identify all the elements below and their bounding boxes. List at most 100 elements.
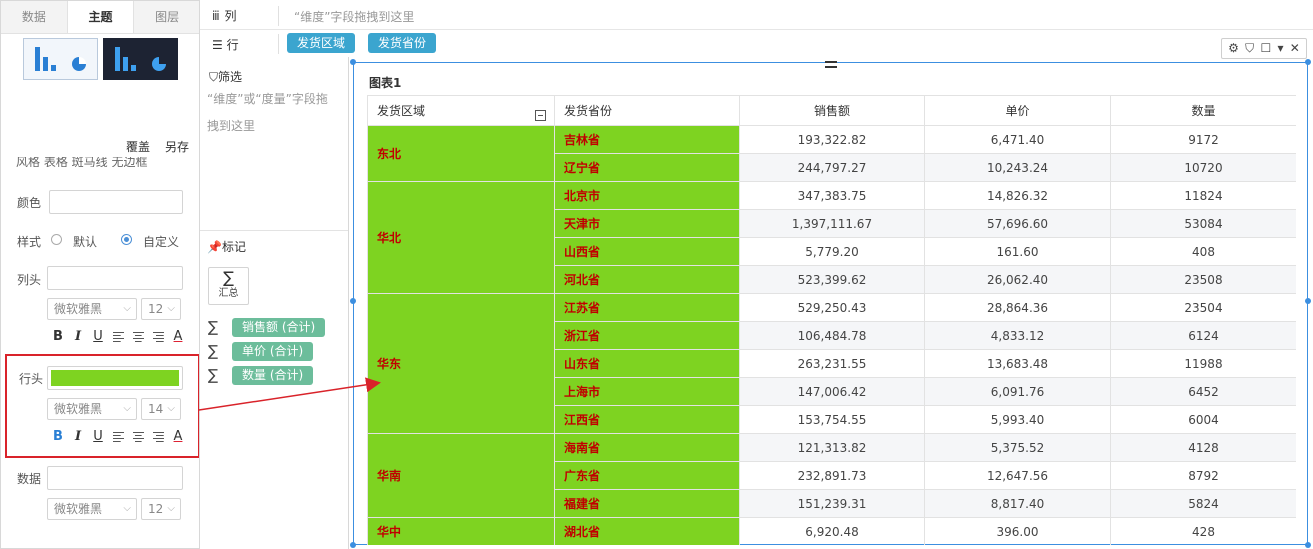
collapse-icon[interactable] bbox=[535, 110, 546, 121]
align-center-button[interactable] bbox=[128, 429, 148, 445]
col-header-label: 列头 bbox=[17, 273, 42, 287]
region-cell[interactable]: 华东 bbox=[367, 293, 555, 434]
theme-light-thumbnail[interactable] bbox=[23, 38, 98, 80]
qty-cell: 6124 bbox=[1110, 321, 1296, 350]
resize-handle[interactable] bbox=[1305, 542, 1311, 548]
province-cell[interactable]: 辽宁省 bbox=[554, 153, 740, 182]
row-header-size-select[interactable]: 14 ⌵ bbox=[141, 398, 181, 420]
theme-settings-panel: 数据 主题 图层 覆盖 另存 风格 表格 斑马线 无边框 颜色 样式 默认 自定… bbox=[0, 0, 200, 549]
region-cell[interactable]: 华北 bbox=[367, 181, 555, 294]
align-right-button[interactable] bbox=[148, 429, 168, 445]
resize-handle[interactable] bbox=[350, 59, 356, 65]
sum-mark-button[interactable]: ∑ 汇总 bbox=[208, 267, 249, 305]
close-icon[interactable]: ✕ bbox=[1290, 39, 1300, 58]
column-shelf[interactable]: ⅲ 列 “维度”字段拖拽到这里 bbox=[200, 0, 1313, 30]
data-size-select[interactable]: 12 ⌵ bbox=[141, 498, 181, 520]
measure-pill-sales[interactable]: 销售额 (合计) bbox=[232, 317, 326, 337]
align-left-button[interactable] bbox=[108, 429, 128, 445]
align-left-icon bbox=[112, 332, 124, 343]
row-shelf[interactable]: ☰ 行 发货区域 发货省份 bbox=[200, 30, 1313, 57]
underline-button[interactable]: U bbox=[88, 329, 108, 345]
province-cell[interactable]: 山西省 bbox=[554, 237, 740, 266]
qty-cell: 23508 bbox=[1110, 265, 1296, 294]
filter-drop-hint[interactable]: “维度”或“度量”字段拖拽到这里 bbox=[207, 86, 337, 140]
align-right-button[interactable] bbox=[148, 329, 168, 345]
filter-icon[interactable]: ⛉ bbox=[1245, 39, 1254, 58]
bold-button[interactable]: B bbox=[48, 329, 68, 345]
style-default-radio[interactable] bbox=[51, 234, 62, 245]
province-cell[interactable]: 福建省 bbox=[554, 489, 740, 518]
font-color-button[interactable]: A bbox=[168, 429, 188, 445]
resize-handle[interactable] bbox=[1305, 59, 1311, 65]
province-cell[interactable]: 吉林省 bbox=[554, 125, 740, 154]
province-cell[interactable]: 海南省 bbox=[554, 433, 740, 462]
province-cell[interactable]: 浙江省 bbox=[554, 321, 740, 350]
sales-cell: 232,891.73 bbox=[739, 461, 925, 490]
province-cell[interactable]: 河北省 bbox=[554, 265, 740, 294]
header-sales[interactable]: 销售额 bbox=[739, 95, 925, 126]
header-qty[interactable]: 数量 bbox=[1110, 95, 1296, 126]
align-left-button[interactable] bbox=[108, 329, 128, 345]
province-cell[interactable]: 江西省 bbox=[554, 405, 740, 434]
align-center-button[interactable] bbox=[128, 329, 148, 345]
measure-pill-price[interactable]: 单价 (合计) bbox=[232, 341, 314, 361]
underline-button[interactable]: U bbox=[88, 429, 108, 445]
province-cell[interactable]: 天津市 bbox=[554, 209, 740, 238]
measure-pill-qty[interactable]: 数量 (合计) bbox=[232, 365, 314, 385]
style-custom-label: 自定义 bbox=[143, 235, 180, 249]
col-header-font-select[interactable]: 微软雅黑 ⌵ bbox=[47, 298, 137, 320]
measure-item[interactable]: ∑ 单价 (合计) bbox=[208, 341, 314, 361]
data-color-input[interactable] bbox=[47, 466, 183, 490]
province-cell[interactable]: 江苏省 bbox=[554, 293, 740, 322]
row-header-font-select[interactable]: 微软雅黑 ⌵ bbox=[47, 398, 137, 420]
tab-layer[interactable]: 图层 bbox=[134, 1, 199, 33]
province-cell[interactable]: 山东省 bbox=[554, 349, 740, 378]
chevron-down-icon: ⌵ bbox=[167, 303, 175, 314]
save-as-button[interactable]: 另存 bbox=[165, 138, 189, 155]
region-cell[interactable]: 东北 bbox=[367, 125, 555, 182]
color-input[interactable] bbox=[49, 190, 183, 214]
chart-component[interactable]: 图表1 发货区域 发货省份 销售额 单价 数量 东北 吉林省 193,322.82 6… bbox=[350, 59, 1311, 548]
italic-button[interactable]: I bbox=[68, 329, 88, 345]
row-pill-region[interactable]: 发货区域 bbox=[287, 33, 356, 53]
header-price[interactable]: 单价 bbox=[924, 95, 1111, 126]
color-label: 颜色 bbox=[17, 196, 42, 210]
data-font-select[interactable]: 微软雅黑 ⌵ bbox=[47, 498, 137, 520]
region-cell[interactable]: 华中 bbox=[367, 517, 555, 545]
drag-grip-icon[interactable] bbox=[825, 61, 837, 69]
region-cell[interactable]: 华南 bbox=[367, 433, 555, 518]
province-cell[interactable]: 湖北省 bbox=[554, 517, 740, 545]
row-header-color-input[interactable] bbox=[47, 366, 183, 390]
row-header-format-toolbar: B I U A bbox=[48, 429, 188, 445]
province-cell[interactable]: 广东省 bbox=[554, 461, 740, 490]
resize-handle[interactable] bbox=[350, 542, 356, 548]
price-cell: 26,062.40 bbox=[924, 265, 1111, 294]
style-custom-radio[interactable] bbox=[121, 234, 132, 245]
province-cell[interactable]: 北京市 bbox=[554, 181, 740, 210]
col-header-size-select[interactable]: 12 ⌵ bbox=[141, 298, 181, 320]
italic-button[interactable]: I bbox=[68, 429, 88, 445]
header-region[interactable]: 发货区域 bbox=[367, 95, 555, 126]
dropdown-icon[interactable]: ▾ bbox=[1277, 39, 1283, 58]
row-pill-province[interactable]: 发货省份 bbox=[368, 33, 437, 53]
sales-cell: 106,484.78 bbox=[739, 321, 925, 350]
measure-item[interactable]: ∑ 销售额 (合计) bbox=[208, 317, 326, 337]
tab-theme[interactable]: 主题 bbox=[66, 1, 135, 33]
col-header-color-input[interactable] bbox=[47, 266, 183, 290]
price-cell: 4,833.12 bbox=[924, 321, 1111, 350]
column-shelf-hint: “维度”字段拖拽到这里 bbox=[294, 10, 415, 24]
overwrite-button[interactable]: 覆盖 bbox=[126, 138, 150, 155]
sales-cell: 5,779.20 bbox=[739, 237, 925, 266]
header-province[interactable]: 发货省份 bbox=[554, 95, 740, 126]
resize-handle[interactable] bbox=[350, 298, 356, 304]
maximize-icon[interactable]: ☐ bbox=[1260, 39, 1271, 58]
measure-item[interactable]: ∑ 数量 (合计) bbox=[208, 365, 314, 385]
tab-data[interactable]: 数据 bbox=[1, 1, 67, 33]
price-cell: 396.00 bbox=[924, 517, 1111, 545]
font-color-button[interactable]: A bbox=[168, 329, 188, 345]
province-cell[interactable]: 上海市 bbox=[554, 377, 740, 406]
gear-icon[interactable]: ⚙ bbox=[1228, 39, 1239, 58]
resize-handle[interactable] bbox=[1305, 298, 1311, 304]
theme-dark-thumbnail[interactable] bbox=[103, 38, 178, 80]
bold-button-active[interactable]: B bbox=[48, 429, 68, 445]
